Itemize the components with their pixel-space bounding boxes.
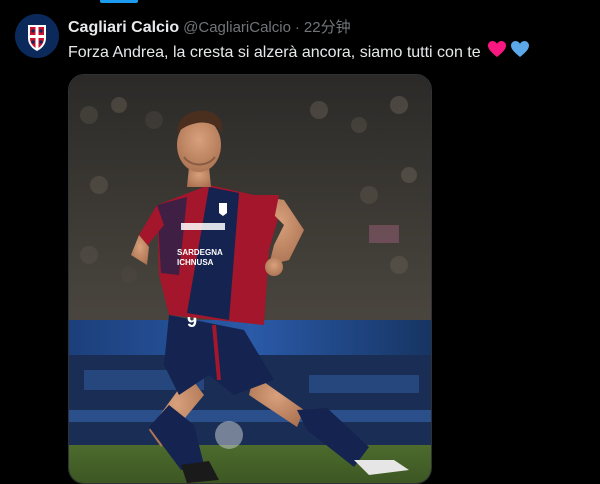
tweet-body: Forza Andrea, la cresta si alzerà ancora… <box>68 40 588 65</box>
separator: · <box>294 19 300 36</box>
jersey-sponsor-2: ICHNUSA <box>177 258 214 267</box>
tweet[interactable]: Cagliari Calcio @CagliariCalcio · 22分钟 F… <box>0 0 600 484</box>
red-heart-icon <box>487 40 507 65</box>
jersey-sponsor: SARDEGNA <box>177 248 223 257</box>
photo-footballer-running: 9 SARDEGNA ICHNUSA <box>69 75 431 483</box>
tweet-photo[interactable]: 9 SARDEGNA ICHNUSA <box>68 74 432 484</box>
timestamp[interactable]: 22分钟 <box>304 16 351 37</box>
tweet-header: Cagliari Calcio @CagliariCalcio · 22分钟 <box>68 16 351 38</box>
tweet-text: Forza Andrea, la cresta si alzerà ancora… <box>68 43 481 61</box>
blue-heart-icon <box>510 40 530 65</box>
account-name[interactable]: Cagliari Calcio <box>68 19 179 37</box>
avatar[interactable] <box>15 14 59 58</box>
cagliari-crest-icon <box>15 14 59 58</box>
account-handle[interactable]: @CagliariCalcio <box>183 19 291 36</box>
